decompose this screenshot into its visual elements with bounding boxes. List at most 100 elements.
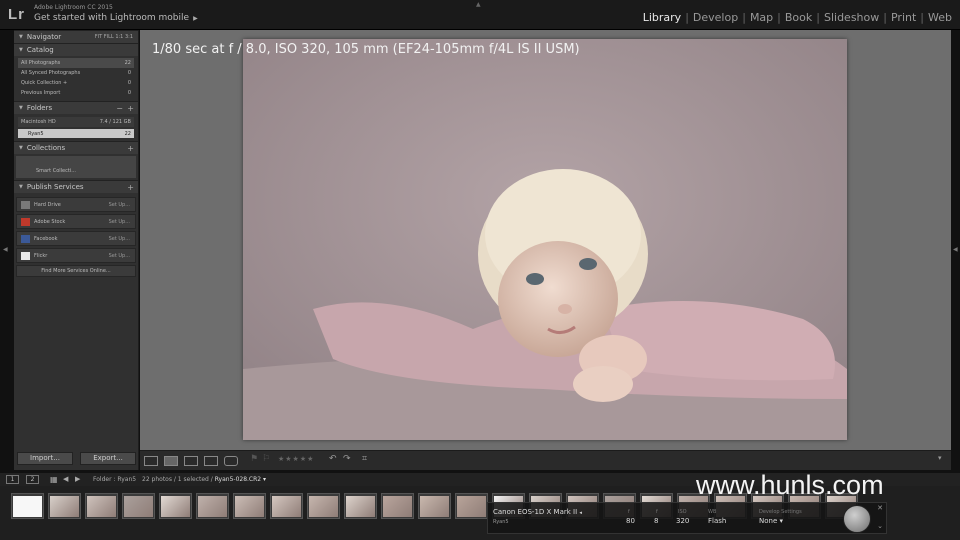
catalog-item-quick-collection[interactable]: Quick Collection + 0 xyxy=(18,78,134,88)
library-toolbar: ⚑ ⚐ ★★★★★ ↶ ↷ ⌗ ▾ xyxy=(140,450,951,470)
left-panel: ▼ Navigator FIT FILL 1:1 3:1 ▼ Catalog A… xyxy=(14,30,139,470)
filmstrip-thumbnail[interactable] xyxy=(196,493,229,519)
folders-header[interactable]: ▼ Folders − + xyxy=(14,101,138,114)
right-panel-toggle-icon[interactable]: ◀ xyxy=(953,246,958,253)
filmstrip-thumbnail[interactable] xyxy=(344,493,377,519)
zoom-1-1[interactable]: 1:1 xyxy=(115,34,123,40)
back-arrow-icon[interactable]: ◀ xyxy=(63,475,68,483)
publish-hard-drive[interactable]: Hard Drive Set Up... xyxy=(16,197,136,212)
zoom-3-1[interactable]: 3:1 xyxy=(125,34,133,40)
hud-value-develop[interactable]: None ▾ xyxy=(759,517,783,525)
compare-view-icon[interactable] xyxy=(184,456,198,466)
filmstrip-thumbnail[interactable] xyxy=(270,493,303,519)
catalog-item-synced[interactable]: All Synced Photographs 0 xyxy=(18,68,134,78)
thumbnail-image xyxy=(420,495,449,517)
find-more-services-button[interactable]: Find More Services Online... xyxy=(16,265,136,277)
add-collection-button[interactable]: + xyxy=(127,144,134,153)
module-print[interactable]: Print xyxy=(887,11,920,24)
hud-dial-knob[interactable] xyxy=(843,505,871,533)
remove-folder-button[interactable]: − xyxy=(116,104,123,113)
add-publish-button[interactable]: + xyxy=(127,183,134,192)
navigator-header[interactable]: ▼ Navigator FIT FILL 1:1 3:1 xyxy=(14,30,138,43)
module-book[interactable]: Book xyxy=(781,11,816,24)
publish-adobe-stock[interactable]: Adobe Stock Set Up... xyxy=(16,214,136,229)
hud-value-shutter: 80 xyxy=(626,517,635,525)
filmstrip-source[interactable]: Folder : Ryan5 xyxy=(93,476,136,483)
filmstrip-thumbnail[interactable] xyxy=(455,493,488,519)
module-library[interactable]: Library xyxy=(639,11,685,24)
left-panel-toggle-icon[interactable]: ◀ xyxy=(3,246,8,253)
close-icon[interactable]: ✕ xyxy=(877,504,883,512)
grid-small-icon[interactable]: ▦ xyxy=(50,475,58,484)
mobile-link[interactable]: Get started with Lightroom mobile ▶ xyxy=(34,13,198,23)
forward-arrow-icon[interactable]: ▶ xyxy=(75,475,80,483)
zoom-options[interactable]: FIT FILL 1:1 3:1 xyxy=(95,34,133,40)
filmstrip-thumbnail[interactable] xyxy=(85,493,118,519)
rotate-right-icon[interactable]: ↷ xyxy=(343,454,351,464)
screen-1-button[interactable]: 1 xyxy=(6,475,19,484)
doll-photo-image xyxy=(243,39,847,440)
filmstrip-thumbnail[interactable] xyxy=(381,493,414,519)
top-bar: Lr Adobe Lightroom CC 2015 Get started w… xyxy=(0,0,960,30)
catalog-item-all-photographs[interactable]: All Photographs 22 xyxy=(18,58,134,68)
filmstrip-thumbnail[interactable] xyxy=(233,493,266,519)
star-rating[interactable]: ★★★★★ xyxy=(278,455,314,463)
flag-icon[interactable]: ⚑ xyxy=(250,454,258,464)
selected-filename[interactable]: Ryan5-028.CR2 ▾ xyxy=(215,476,266,483)
rotate-left-icon[interactable]: ↶ xyxy=(329,454,337,464)
module-web[interactable]: Web xyxy=(924,11,956,24)
main-photo[interactable] xyxy=(243,39,847,440)
export-button[interactable]: Export... xyxy=(80,452,136,465)
hard-drive-icon xyxy=(21,200,30,209)
setup-button[interactable]: Set Up... xyxy=(109,202,130,208)
thumbnail-image xyxy=(346,495,375,517)
people-view-icon[interactable] xyxy=(224,456,238,466)
setup-button[interactable]: Set Up... xyxy=(109,236,130,242)
smart-collection-item[interactable]: Smart Collecti... xyxy=(36,168,76,174)
catalog-header[interactable]: ▼ Catalog xyxy=(14,43,138,56)
filmstrip-thumbnail[interactable] xyxy=(122,493,155,519)
grid-view-icon[interactable] xyxy=(144,456,158,466)
loupe-view-icon[interactable] xyxy=(164,456,178,466)
catalog-item-count: 22 xyxy=(124,60,131,66)
publish-service-name: Hard Drive xyxy=(34,201,61,208)
setup-button[interactable]: Set Up... xyxy=(109,253,130,259)
folders-body: Macintosh HD 7.4 / 121 GB Ryan5 22 xyxy=(14,114,138,141)
screen-2-button[interactable]: 2 xyxy=(26,475,39,484)
volume-macintosh-hd[interactable]: Macintosh HD 7.4 / 121 GB xyxy=(18,117,134,127)
filmstrip-thumbnail[interactable] xyxy=(418,493,451,519)
publish-flickr[interactable]: Flickr Set Up... xyxy=(16,248,136,263)
survey-view-icon[interactable] xyxy=(204,456,218,466)
publish-facebook[interactable]: Facebook Set Up... xyxy=(16,231,136,246)
add-folder-button[interactable]: + xyxy=(127,104,134,113)
filmstrip-count: 22 photos / 1 selected / Ryan5-028.CR2 ▾ xyxy=(142,476,266,483)
filmstrip-thumbnail[interactable] xyxy=(11,493,44,519)
module-map[interactable]: Map xyxy=(746,11,777,24)
folder-ryan5[interactable]: Ryan5 22 xyxy=(18,129,134,138)
zoom-fill[interactable]: FILL xyxy=(104,34,114,40)
module-develop[interactable]: Develop xyxy=(689,11,742,24)
filmstrip-thumbnail[interactable] xyxy=(307,493,340,519)
toolbar-menu-icon[interactable]: ▾ xyxy=(938,454,942,462)
collections-header[interactable]: ▼ Collections + xyxy=(14,141,138,154)
thumbnail-image xyxy=(272,495,301,517)
publish-label: Publish Services xyxy=(26,183,84,191)
publish-header[interactable]: ▼ Publish Services + xyxy=(14,180,138,193)
filmstrip-thumbnail[interactable] xyxy=(48,493,81,519)
camera-arrow-icon[interactable]: ◂ xyxy=(579,510,582,516)
import-export-bar: Import... Export... xyxy=(14,452,139,465)
setup-button[interactable]: Set Up... xyxy=(109,219,130,225)
collections-label: Collections xyxy=(26,144,66,152)
module-slideshow[interactable]: Slideshow xyxy=(820,11,883,24)
collapse-top-arrow-icon[interactable]: ▲ xyxy=(476,1,481,8)
catalog-item-previous-import[interactable]: Previous Import 0 xyxy=(18,88,134,98)
collections-list: Smart Collecti... xyxy=(16,156,136,178)
catalog-label: Catalog xyxy=(26,46,54,54)
zoom-fit[interactable]: FIT xyxy=(95,34,102,40)
crop-overlay-icon[interactable]: ⌗ xyxy=(362,454,367,464)
hud-options-icon[interactable]: ⌄ xyxy=(877,522,883,530)
import-button[interactable]: Import... xyxy=(17,452,73,465)
loupe-view[interactable]: 1/80 sec at f / 8.0, ISO 320, 105 mm (EF… xyxy=(140,30,951,450)
filmstrip-thumbnail[interactable] xyxy=(159,493,192,519)
reject-flag-icon[interactable]: ⚐ xyxy=(262,454,270,464)
